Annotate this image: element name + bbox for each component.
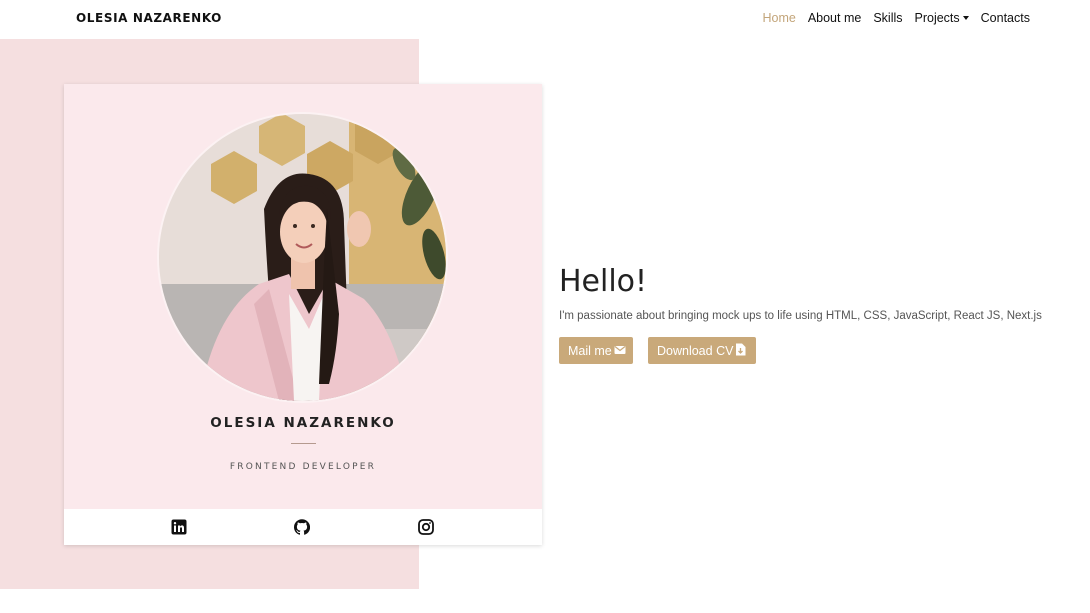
envelope-icon (614, 344, 626, 358)
social-links-bar (64, 509, 542, 545)
card-divider (291, 443, 316, 444)
caret-down-icon (962, 16, 969, 20)
hero-greeting: Hello! (559, 264, 648, 299)
file-download-icon (735, 343, 746, 359)
linkedin-icon[interactable] (171, 519, 187, 535)
brand-logo[interactable]: OLESIA NAZARENKO (76, 11, 222, 25)
github-icon[interactable] (294, 519, 310, 535)
download-cv-button[interactable]: Download CV (648, 337, 756, 364)
avatar (159, 114, 446, 401)
mail-me-label: Mail me (568, 343, 612, 358)
mail-me-button[interactable]: Mail me (559, 337, 633, 364)
nav-link-home[interactable]: Home (762, 11, 795, 25)
navbar: OLESIA NAZARENKO Home About me Skills Pr… (0, 0, 1090, 38)
nav-link-projects[interactable]: Projects (915, 11, 969, 25)
nav-link-projects-label: Projects (914, 11, 960, 25)
hero-tagline: I'm passionate about bringing mock ups t… (559, 310, 1042, 322)
profile-card: OLESIA NAZARENKO FRONTEND DEVELOPER (64, 84, 542, 545)
nav-link-skills[interactable]: Skills (873, 11, 902, 25)
download-cv-label: Download CV (657, 343, 734, 358)
nav-link-about[interactable]: About me (808, 11, 862, 25)
nav-menu: Home About me Skills Projects Contacts (762, 11, 1030, 25)
card-role: FRONTEND DEVELOPER (229, 462, 377, 472)
card-name: OLESIA NAZARENKO (210, 415, 396, 431)
instagram-icon[interactable] (418, 519, 434, 535)
nav-link-contacts[interactable]: Contacts (981, 11, 1030, 25)
